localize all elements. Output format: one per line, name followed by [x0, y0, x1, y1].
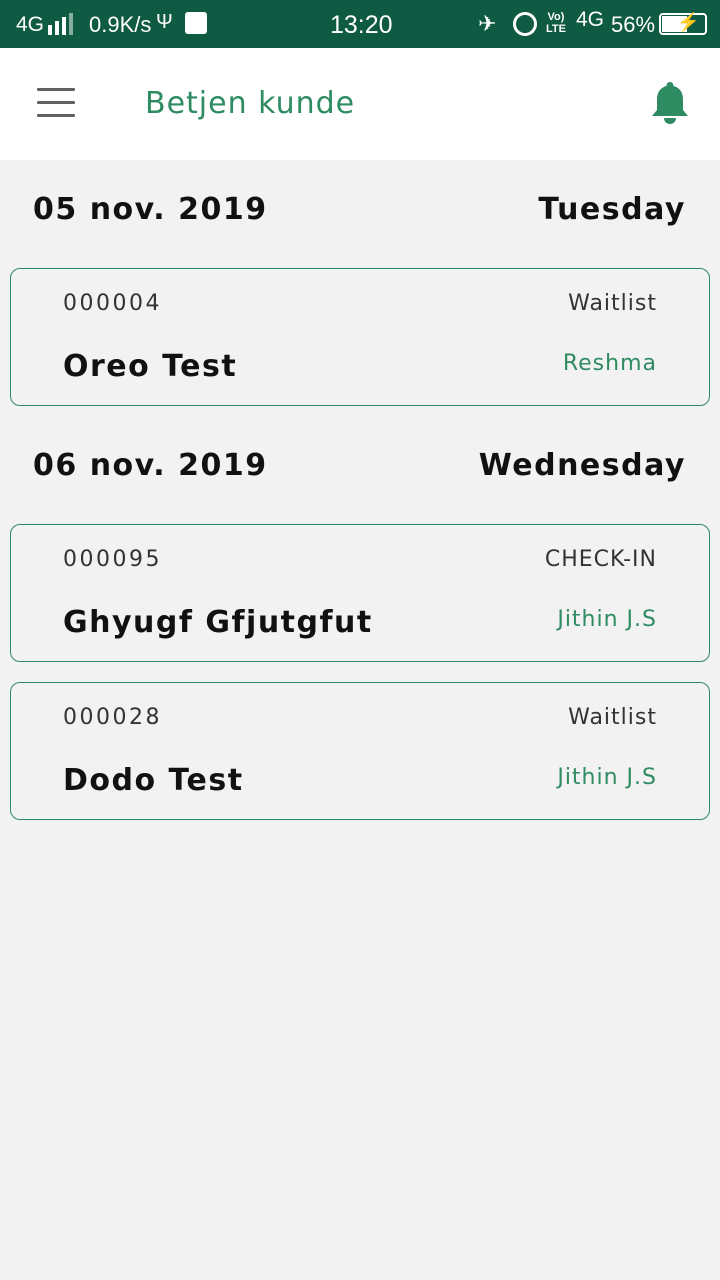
ticket-id: 000028	[63, 705, 162, 730]
app-notification-icon	[185, 12, 207, 34]
status-bar: 4G 0.9K/s Ψ 13:20 ✈ Vo) LTE 4G 56% ⚡	[0, 0, 720, 48]
hamburger-menu-icon[interactable]	[37, 88, 75, 118]
bell-icon[interactable]	[652, 82, 688, 124]
ticket-id: 000095	[63, 547, 162, 572]
date-header: 06 nov. 2019 Wednesday	[0, 448, 720, 508]
staff-name: Reshma	[562, 351, 657, 376]
customer-name: Dodo Test	[63, 763, 244, 798]
network-type: 4G	[16, 13, 45, 36]
weekday-label: Wednesday	[478, 448, 686, 483]
date-header: 05 nov. 2019 Tuesday	[0, 192, 720, 252]
date-label: 06 nov. 2019	[33, 448, 268, 483]
usb-icon: Ψ	[156, 11, 173, 33]
appointment-card[interactable]: 000095 CHECK-IN Ghyugf Gfjutgfut Jithin …	[10, 524, 710, 662]
signal-icon	[48, 13, 78, 35]
app-bar: Betjen kunde	[0, 48, 720, 160]
staff-name: Jithin J.S	[557, 765, 657, 790]
appointment-card[interactable]: 000004 Waitlist Oreo Test Reshma	[10, 268, 710, 406]
clock: 13:20	[330, 11, 393, 39]
battery-icon: ⚡	[659, 12, 707, 35]
customer-name: Ghyugf Gfjutgfut	[63, 605, 373, 640]
page-title: Betjen kunde	[145, 86, 356, 121]
appointment-card[interactable]: 000028 Waitlist Dodo Test Jithin J.S	[10, 682, 710, 820]
volte-icon: Vo) LTE	[546, 11, 566, 35]
network-speed: 0.9K/s	[89, 12, 152, 37]
alarm-icon	[513, 12, 537, 36]
mute-icon: ✈	[478, 11, 497, 36]
status-label: CHECK-IN	[544, 547, 657, 572]
data-type: 4G	[576, 8, 605, 31]
status-label: Waitlist	[568, 291, 657, 316]
status-label: Waitlist	[568, 705, 657, 730]
battery-percent: 56%	[611, 12, 656, 37]
customer-name: Oreo Test	[63, 349, 238, 384]
staff-name: Jithin J.S	[557, 607, 657, 632]
weekday-label: Tuesday	[538, 192, 686, 227]
date-label: 05 nov. 2019	[33, 192, 268, 227]
ticket-id: 000004	[63, 291, 162, 316]
